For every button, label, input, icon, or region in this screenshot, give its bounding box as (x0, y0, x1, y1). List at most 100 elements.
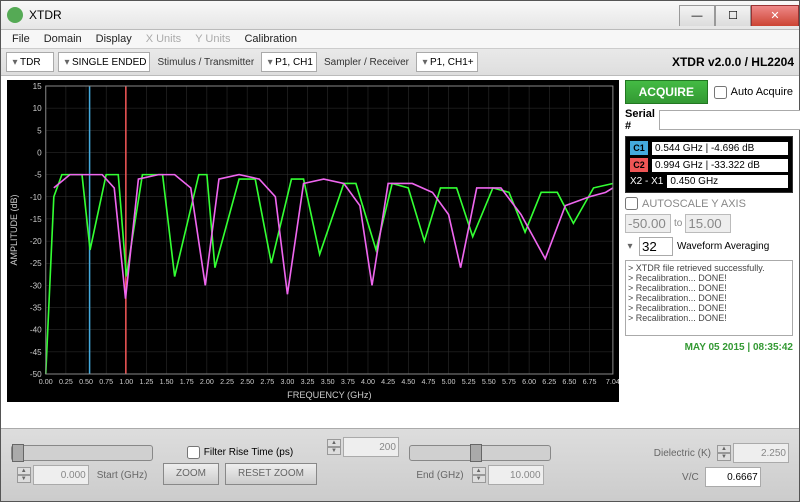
menubar: File Domain Display X Units Y Units Cali… (1, 30, 799, 49)
filter-check[interactable]: Filter Rise Time (ps) (187, 446, 293, 459)
svg-text:1.50: 1.50 (160, 379, 174, 386)
svg-text:-45: -45 (30, 348, 42, 357)
c1-tag: C1 (630, 141, 648, 155)
timestamp: MAY 05 2015 | 08:35:42 (625, 340, 793, 355)
svg-text:-40: -40 (30, 326, 42, 335)
window-title: XTDR (29, 8, 679, 22)
zoom-button[interactable]: ZOOM (163, 463, 219, 485)
svg-text:5.00: 5.00 (442, 379, 456, 386)
svg-text:2.50: 2.50 (240, 379, 254, 386)
svg-text:0: 0 (37, 149, 42, 158)
autoscale-check[interactable]: AUTOSCALE Y AXIS (625, 197, 793, 210)
minimize-button[interactable]: — (679, 5, 715, 26)
svg-text:10: 10 (33, 104, 43, 113)
svg-text:4.75: 4.75 (421, 379, 435, 386)
app-icon (7, 7, 23, 23)
dielec-spin[interactable]: ▲▼ (717, 445, 731, 461)
log-output: > XTDR file retrieved successfully.> Rec… (625, 260, 793, 336)
end-spin[interactable]: ▲▼ (472, 467, 486, 483)
start-slider[interactable] (11, 445, 153, 461)
ymax-input[interactable] (685, 214, 731, 233)
svg-text:1.25: 1.25 (140, 379, 154, 386)
svg-text:AMPLITUDE (dB): AMPLITUDE (dB) (9, 195, 19, 266)
dielec-input[interactable] (733, 443, 789, 463)
svg-text:-35: -35 (30, 304, 42, 313)
avg-label: Waveform Averaging (677, 241, 769, 252)
diff-label: X2 - X1 (630, 176, 663, 187)
svg-text:0.50: 0.50 (79, 379, 93, 386)
mode-select[interactable]: ▾TDR (6, 52, 54, 72)
svg-text:6.50: 6.50 (562, 379, 576, 386)
vc-input[interactable] (705, 467, 761, 487)
menu-file[interactable]: File (5, 33, 37, 45)
recv-select[interactable]: ▾P1, CH1+ (416, 52, 478, 72)
svg-text:-50: -50 (30, 370, 42, 379)
auto-acquire-check[interactable]: Auto Acquire (714, 86, 793, 99)
c1-value: 0.544 GHz | -4.696 dB (652, 142, 788, 155)
svg-text:-25: -25 (30, 259, 42, 268)
svg-text:3.50: 3.50 (321, 379, 335, 386)
svg-text:6.25: 6.25 (542, 379, 556, 386)
recv-label: Sampler / Receiver (321, 57, 412, 68)
avg-down-icon[interactable]: ▾ (625, 241, 635, 252)
serial-input[interactable] (659, 110, 800, 130)
chart-area: 15 10 5 0 -5 -10 -15 -20 -25 -30 -35 -40 -45 -500.00 0… (7, 80, 619, 428)
svg-text:-20: -20 (30, 237, 42, 246)
end-slider[interactable] (409, 445, 551, 461)
svg-text:-5: -5 (34, 171, 42, 180)
close-button[interactable]: ✕ (751, 5, 799, 26)
svg-text:7.04: 7.04 (606, 379, 619, 386)
c2-tag: C2 (630, 158, 648, 172)
svg-text:-15: -15 (30, 215, 42, 224)
stim-select[interactable]: ▾P1, CH1 (261, 52, 317, 72)
filter-spin[interactable]: ▲▼ (327, 439, 341, 455)
menu-display[interactable]: Display (89, 33, 139, 45)
svg-text:0.75: 0.75 (99, 379, 113, 386)
svg-text:FREQUENCY (GHz): FREQUENCY (GHz) (287, 390, 371, 400)
filter-input[interactable] (343, 437, 399, 457)
svg-text:1.00: 1.00 (119, 379, 133, 386)
svg-text:15: 15 (33, 82, 43, 91)
start-spin[interactable]: ▲▼ (17, 467, 31, 483)
menu-yunits: Y Units (188, 33, 237, 45)
maximize-button[interactable]: ☐ (715, 5, 751, 26)
avg-input[interactable] (639, 237, 673, 256)
svg-text:2.75: 2.75 (260, 379, 274, 386)
frequency-chart[interactable]: 15 10 5 0 -5 -10 -15 -20 -25 -30 -35 -40 -45 -500.00 0… (7, 80, 619, 402)
svg-text:0.00: 0.00 (39, 379, 53, 386)
toolbar: ▾TDR ▾SINGLE ENDED Stimulus / Transmitte… (1, 49, 799, 76)
svg-text:1.75: 1.75 (180, 379, 194, 386)
svg-text:5.50: 5.50 (482, 379, 496, 386)
config-select[interactable]: ▾SINGLE ENDED (58, 52, 150, 72)
start-input[interactable] (33, 465, 89, 485)
svg-text:3.25: 3.25 (301, 379, 315, 386)
version-label: XTDR v2.0.0 / HL2204 (672, 55, 794, 69)
reset-zoom-button[interactable]: RESET ZOOM (225, 463, 317, 485)
svg-text:5.75: 5.75 (502, 379, 516, 386)
svg-text:-10: -10 (30, 193, 42, 202)
svg-text:5.25: 5.25 (462, 379, 476, 386)
acquire-button[interactable]: ACQUIRE (625, 80, 708, 104)
svg-text:4.50: 4.50 (401, 379, 415, 386)
diff-value: 0.450 GHz (667, 175, 788, 188)
menu-domain[interactable]: Domain (37, 33, 89, 45)
titlebar: XTDR — ☐ ✕ (1, 1, 799, 30)
svg-text:6.00: 6.00 (522, 379, 536, 386)
svg-text:3.75: 3.75 (341, 379, 355, 386)
ymin-input[interactable] (625, 214, 671, 233)
svg-text:5: 5 (37, 126, 42, 135)
svg-text:-30: -30 (30, 281, 42, 290)
c2-value: 0.994 GHz | -33.322 dB (652, 159, 788, 172)
svg-text:6.75: 6.75 (583, 379, 597, 386)
svg-text:2.25: 2.25 (220, 379, 234, 386)
end-input[interactable] (488, 465, 544, 485)
menu-calibration[interactable]: Calibration (237, 33, 304, 45)
cursor-readout: C1 0.544 GHz | -4.696 dB C2 0.994 GHz | -3… (625, 136, 793, 193)
stim-label: Stimulus / Transmitter (154, 57, 257, 68)
svg-text:4.00: 4.00 (361, 379, 375, 386)
svg-text:2.00: 2.00 (200, 379, 214, 386)
menu-xunits: X Units (139, 33, 188, 45)
svg-text:3.00: 3.00 (280, 379, 294, 386)
bottom-bar: ▲▼Start (GHz) Filter Rise Time (ps) ZOOM… (1, 428, 799, 501)
svg-text:4.25: 4.25 (381, 379, 395, 386)
